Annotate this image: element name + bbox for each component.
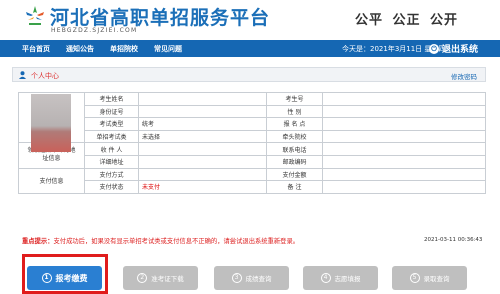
recipient-label: 收 件 人 — [84, 142, 139, 156]
nav-faq[interactable]: 常见问题 — [154, 44, 182, 54]
step-number: 2 — [137, 273, 148, 283]
info-table: 考生姓名 考生号 身份证号 性 别 考试类型 统考 报 名 点 单招考试类 未选… — [18, 91, 486, 194]
postcode-value — [322, 154, 486, 169]
notice-text: 重点提示：支付成功后，如果没有显示单招考试类或支付信息不正确的，请尝试退出系统重… — [22, 236, 299, 245]
step-label: 录取查询 — [423, 275, 450, 283]
step-application-button[interactable]: 4 志愿填报 — [303, 266, 378, 290]
gender-label: 性 别 — [266, 104, 323, 119]
panel-header: 个人中心 修改密码 — [12, 67, 486, 82]
recipient-value — [138, 142, 267, 156]
nav-announcements[interactable]: 通知公告 — [66, 44, 94, 54]
exam-no-value — [322, 92, 486, 106]
remark-label: 备 注 — [266, 180, 323, 194]
step-number: 5 — [409, 273, 420, 283]
panel-title: 个人中心 — [31, 72, 59, 80]
step-score-query-button[interactable]: 3 成绩查询 — [214, 266, 289, 290]
nav-colleges[interactable]: 单招院校 — [110, 44, 138, 54]
site-header: 河北省高职单招服务平台 HEBGZDZ.SJZIEI.COM 公平 公正 公开 — [0, 0, 500, 40]
step-admission-query-button[interactable]: 5 录取查询 — [392, 266, 467, 290]
step-number: 3 — [231, 273, 242, 283]
notice-prefix: 重点提示： — [22, 238, 54, 245]
name-label: 考生姓名 — [84, 92, 139, 106]
remark-value — [322, 180, 486, 194]
step-label: 准考证下载 — [151, 275, 184, 283]
logo-icon — [26, 6, 44, 25]
timestamp: 2021-03-11 00:36:43 — [424, 237, 483, 243]
exam-no-label: 考生号 — [266, 92, 323, 106]
step-admission-ticket-button[interactable]: 2 准考证下载 — [123, 266, 198, 290]
lead-school-label: 牵头院校 — [266, 129, 323, 144]
lead-school-value — [322, 129, 486, 144]
site-slogan: 公平 公正 公开 — [355, 13, 459, 28]
postcode-label: 邮政编码 — [266, 154, 323, 169]
address-value — [138, 154, 267, 169]
site-label: 报 名 点 — [266, 117, 323, 131]
gender-value — [322, 104, 486, 119]
exam-type-label: 考试类型 — [84, 117, 139, 131]
address-label: 详细地址 — [84, 154, 139, 169]
top-nav: 平台首页 通知公告 单招院校 常见问题 今天是：2021年3月11日 星期四 ⏻… — [0, 40, 500, 57]
category-value: 未选择 — [138, 129, 267, 144]
step-number: 4 — [320, 273, 331, 283]
phone-value — [322, 142, 486, 156]
pay-status-value: 未支付 — [138, 180, 267, 194]
pay-status-label: 支付状态 — [84, 180, 139, 194]
pay-method-label: 支付方式 — [84, 167, 139, 182]
pay-method-value — [138, 167, 267, 182]
phone-label: 联系电话 — [266, 142, 323, 156]
pay-amount-label: 支付金额 — [266, 167, 323, 182]
logout-label: 退出系统 — [442, 45, 479, 55]
logout-button[interactable]: ⏻ 退出系统 — [429, 42, 478, 55]
power-icon: ⏻ — [429, 43, 439, 54]
id-label: 身份证号 — [84, 104, 139, 119]
user-icon — [19, 71, 26, 79]
exam-type-value: 统考 — [138, 117, 267, 131]
category-label: 单招考试类 — [84, 129, 139, 144]
id-value — [138, 104, 267, 119]
avatar — [31, 94, 71, 152]
pay-amount-value — [322, 167, 486, 182]
notice-body: 支付成功后，如果没有显示单招考试类或支付信息不正确的，请尝试退出系统重新登录。 — [53, 238, 300, 245]
site-title: 河北省高职单招服务平台 — [50, 7, 271, 29]
highlight-box — [22, 254, 108, 294]
change-password-link[interactable]: 修改密码 — [451, 71, 477, 81]
site-domain: HEBGZDZ.SJZIEI.COM — [51, 27, 138, 34]
site-value — [322, 117, 486, 131]
name-value — [138, 92, 267, 106]
step-label: 志愿填报 — [334, 275, 361, 283]
pay-section-label: 支付信息 — [18, 167, 85, 194]
step-label: 成绩查询 — [245, 275, 272, 283]
nav-home[interactable]: 平台首页 — [22, 44, 50, 54]
